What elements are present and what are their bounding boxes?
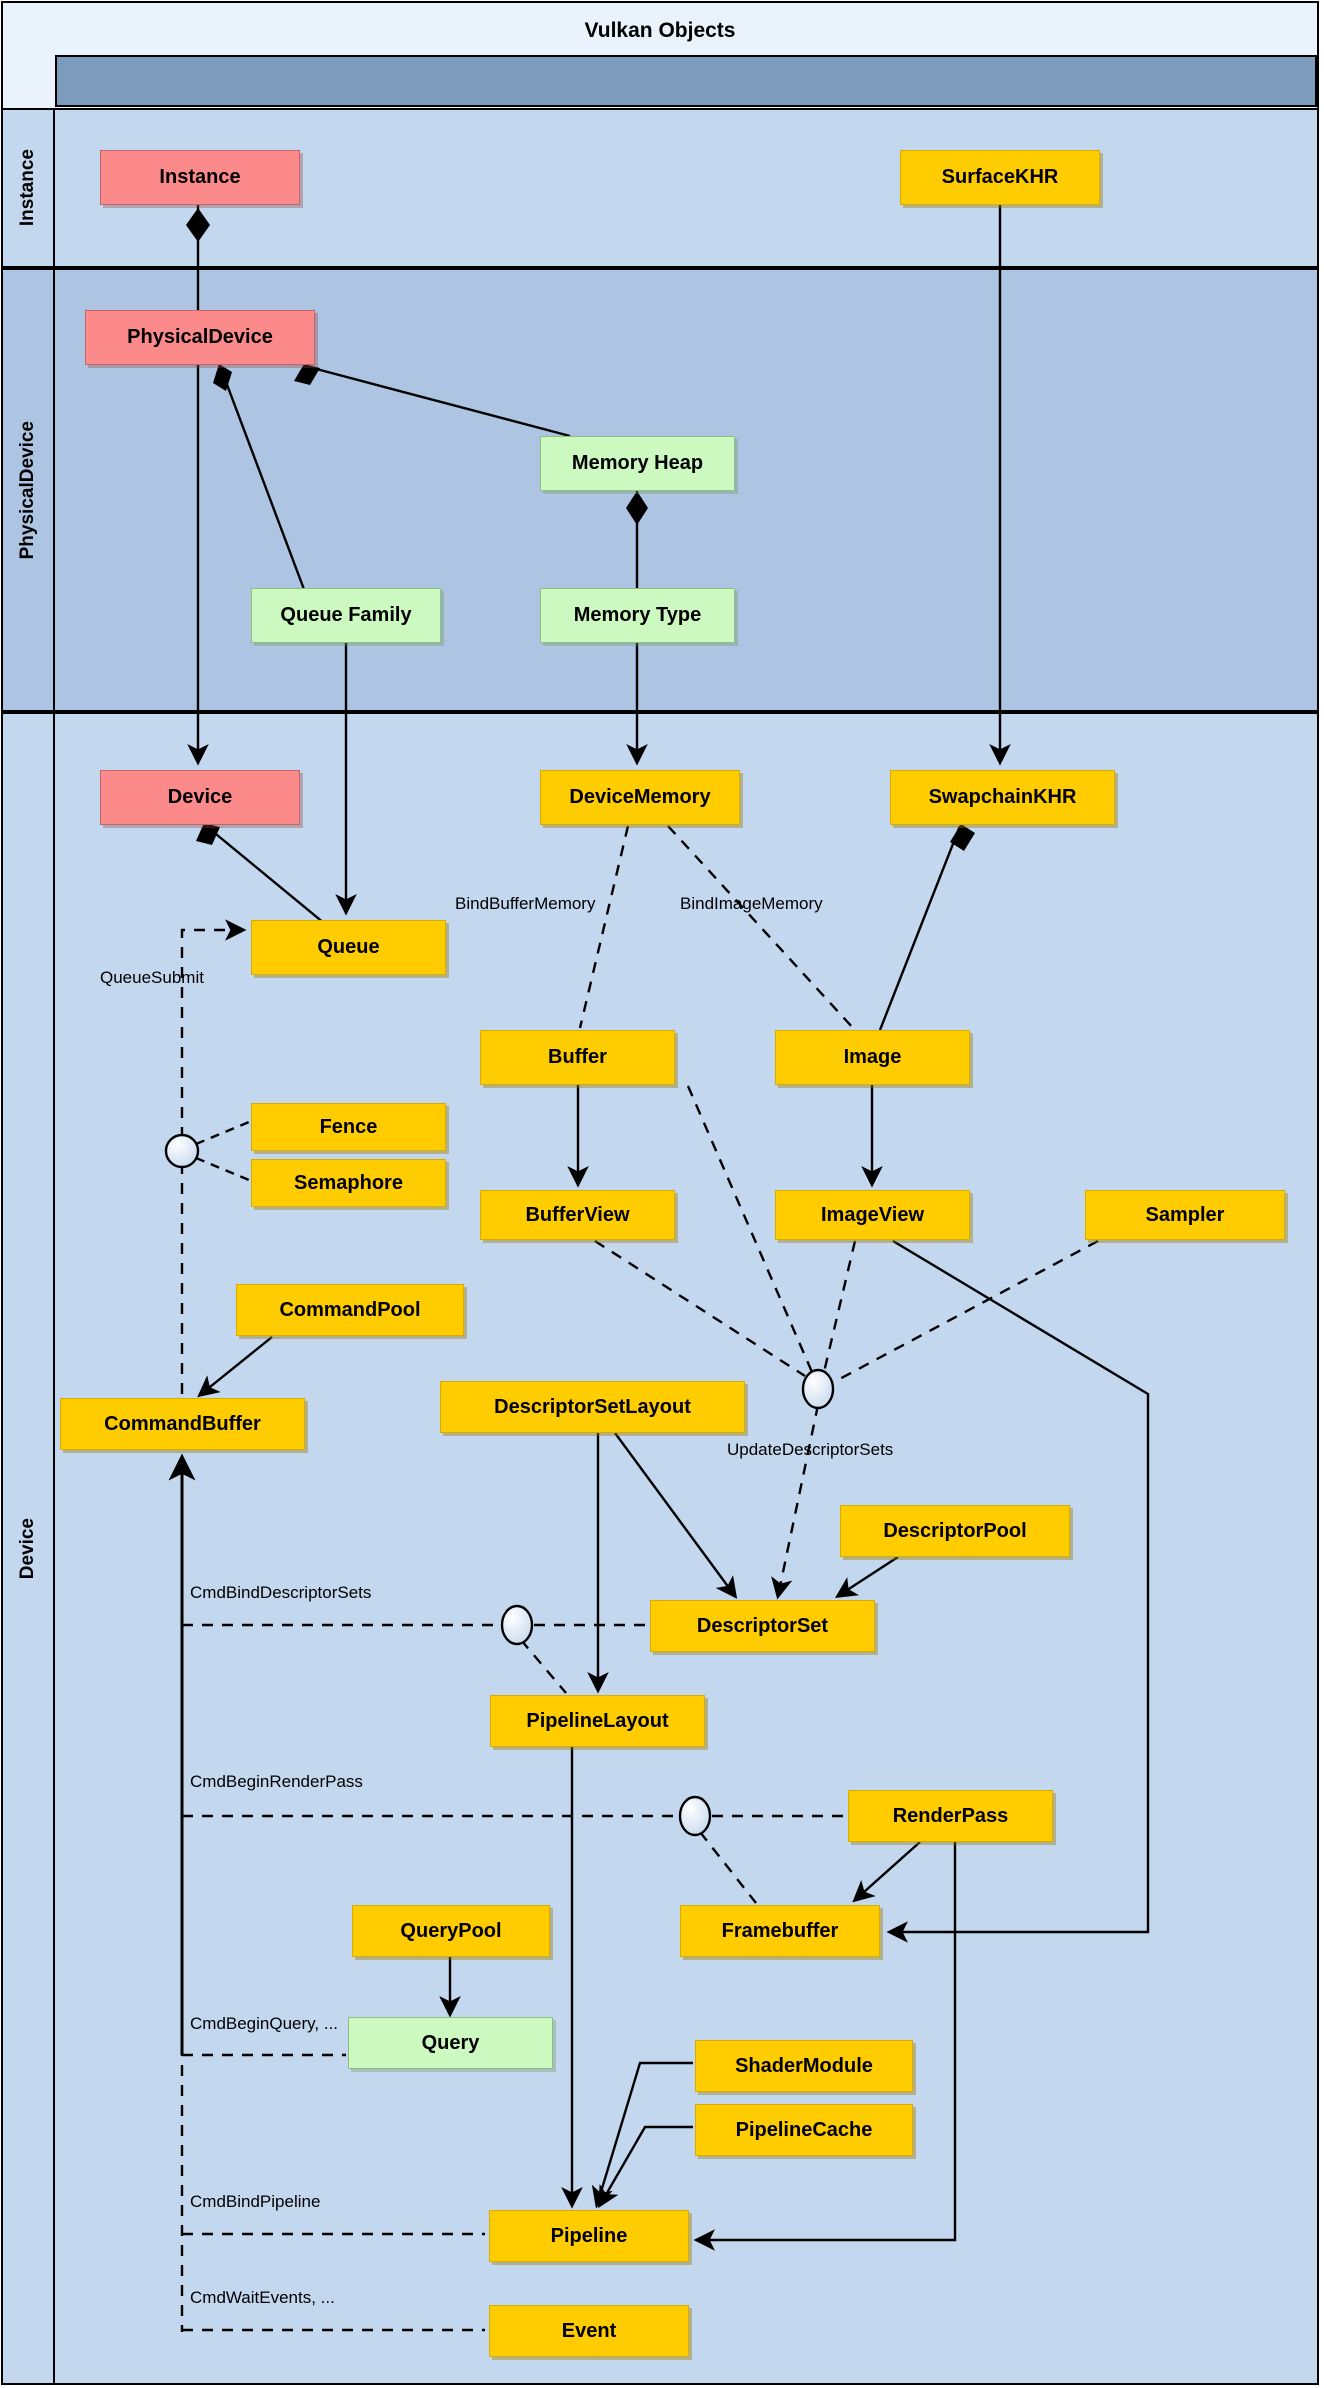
swimlane-device: Device	[1, 712, 1319, 2385]
swimlane-physicaldevice-label: PhysicalDevice	[3, 270, 55, 710]
node-pipelinelayout[interactable]: PipelineLayout	[490, 1695, 705, 1747]
node-renderpass[interactable]: RenderPass	[848, 1790, 1053, 1842]
node-instance[interactable]: Instance	[100, 150, 300, 205]
node-memory-heap[interactable]: Memory Heap	[540, 436, 735, 491]
node-framebuffer[interactable]: Framebuffer	[680, 1905, 880, 1957]
node-devicememory[interactable]: DeviceMemory	[540, 770, 740, 825]
node-imageview[interactable]: ImageView	[775, 1190, 970, 1240]
node-buffer[interactable]: Buffer	[480, 1030, 675, 1085]
swimlane-device-label-text: Device	[17, 1517, 38, 1580]
edge-label-cmdbindpipeline: CmdBindPipeline	[190, 2192, 321, 2211]
edge-label-queuesubmit: QueueSubmit	[100, 968, 204, 987]
edge-label-updatedescriptorsets: UpdateDescriptorSets	[727, 1440, 894, 1459]
node-commandbuffer[interactable]: CommandBuffer	[60, 1398, 305, 1450]
node-descriptorpool[interactable]: DescriptorPool	[840, 1505, 1070, 1557]
diagram-root: Vulkan Objects Instance PhysicalDevice D…	[0, 0, 1324, 2388]
node-memory-type[interactable]: Memory Type	[540, 588, 735, 643]
edge-label-bindbuffermemory: BindBufferMemory	[455, 894, 596, 913]
node-pipeline[interactable]: Pipeline	[489, 2210, 689, 2262]
header-band	[55, 55, 1317, 107]
node-semaphore[interactable]: Semaphore	[251, 1159, 446, 1207]
node-pipelinecache[interactable]: PipelineCache	[695, 2104, 913, 2156]
node-fence[interactable]: Fence	[251, 1103, 446, 1151]
node-commandpool[interactable]: CommandPool	[236, 1284, 464, 1336]
node-queue[interactable]: Queue	[251, 920, 446, 975]
edge-label-cmdbeginrenderpass: CmdBeginRenderPass	[190, 1772, 363, 1791]
edge-label-cmdbeginquery: CmdBeginQuery, ...	[190, 2014, 339, 2033]
node-sampler[interactable]: Sampler	[1085, 1190, 1285, 1240]
swimlane-instance-label: Instance	[3, 110, 55, 266]
node-swapchainkhr[interactable]: SwapchainKHR	[890, 770, 1115, 825]
node-bufferview[interactable]: BufferView	[480, 1190, 675, 1240]
node-device[interactable]: Device	[100, 770, 300, 825]
node-descriptorsetlayout[interactable]: DescriptorSetLayout	[440, 1381, 745, 1433]
swimlane-device-label: Device	[3, 714, 55, 2383]
node-surfacekhr[interactable]: SurfaceKHR	[900, 150, 1100, 205]
node-query[interactable]: Query	[348, 2017, 553, 2069]
swimlane-physicaldevice-label-text: PhysicalDevice	[17, 420, 38, 560]
edge-label-bindimagememory: BindImageMemory	[680, 894, 823, 913]
edge-label-cmdbinddescriptorsets: CmdBindDescriptorSets	[190, 1583, 372, 1602]
node-queue-family[interactable]: Queue Family	[251, 588, 441, 643]
edge-label-cmdwaitevents: CmdWaitEvents, ...	[190, 2288, 335, 2307]
node-shadermodule[interactable]: ShaderModule	[695, 2040, 913, 2092]
swimlane-instance-label-text: Instance	[17, 149, 38, 227]
node-event[interactable]: Event	[489, 2305, 689, 2357]
node-image[interactable]: Image	[775, 1030, 970, 1085]
node-physicaldevice[interactable]: PhysicalDevice	[85, 310, 315, 365]
node-descriptorset[interactable]: DescriptorSet	[650, 1600, 875, 1652]
diagram-title: Vulkan Objects	[3, 3, 1317, 58]
node-querypool[interactable]: QueryPool	[352, 1905, 550, 1957]
